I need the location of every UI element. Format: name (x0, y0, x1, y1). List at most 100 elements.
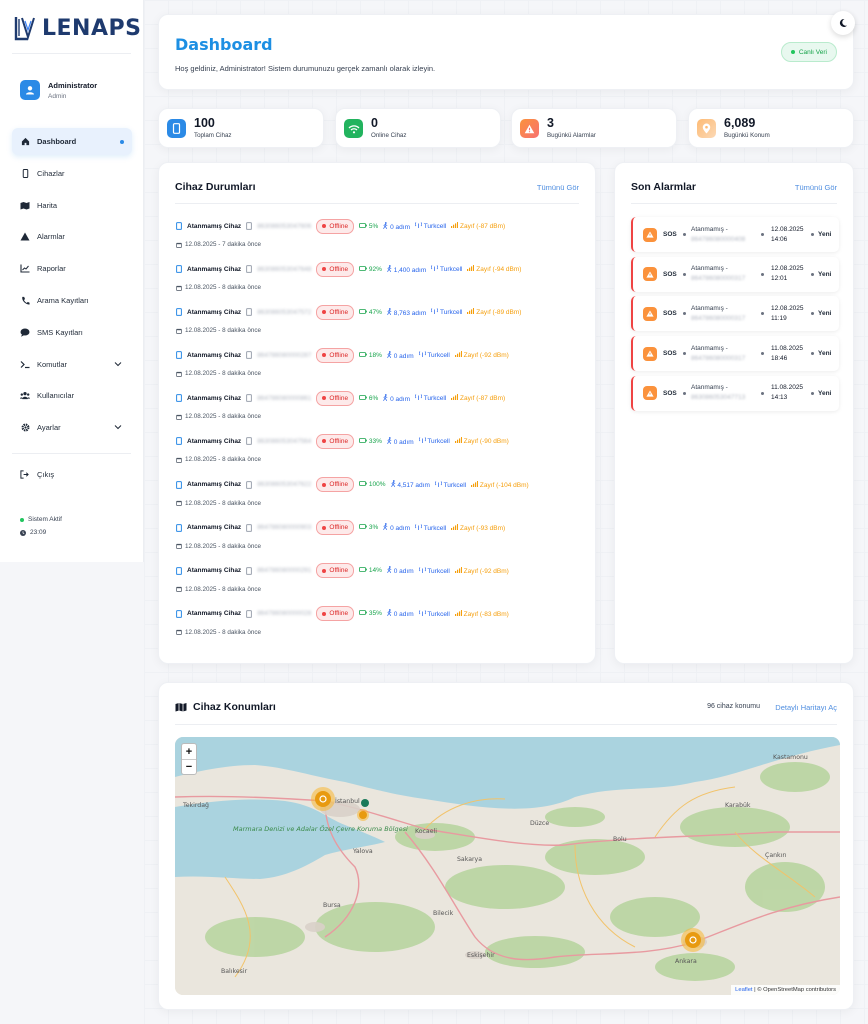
sim-icon (246, 351, 253, 360)
device-row[interactable]: Atanmamış Cihaz 864786080000291 Offline … (176, 563, 586, 607)
device-icon (176, 308, 182, 317)
stat-card-today-locations[interactable]: 6,089 Bugünkü Konum (688, 108, 854, 148)
sidebar-item-label: Cihazlar (37, 168, 65, 178)
logout-button[interactable]: Çıkış (20, 470, 54, 479)
cluster-marker[interactable] (311, 787, 335, 811)
sidebar-item-reports[interactable]: Raporlar (12, 255, 132, 282)
view-all-devices-link[interactable]: Tümünü Gör (537, 183, 579, 192)
status-badge: Offline (316, 218, 355, 234)
open-detailed-map-link[interactable]: Detaylı Haritayı Aç (775, 703, 837, 712)
sidebar-item-devices[interactable]: Cihazlar (12, 160, 132, 187)
sidebar-item-dashboard[interactable]: Dashboard (12, 128, 132, 155)
status-badge: Offline (316, 347, 355, 363)
phone-icon (20, 168, 30, 178)
cluster-marker[interactable] (681, 928, 705, 952)
stat-card-total-devices[interactable]: 100 Toplam Cihaz (158, 108, 324, 148)
sidebar-item-users[interactable]: Kullanıcılar (12, 382, 132, 409)
sidebar-item-settings[interactable]: Ayarlar (12, 414, 132, 441)
alarm-item[interactable]: SOS Atanmamış - 864786080000408 12.08.202… (631, 217, 839, 252)
sidebar-item-sms[interactable]: SMS Kayıtları (12, 319, 132, 346)
warning-icon (643, 346, 657, 361)
signal-value: Zayıf (-87 dBm) (460, 395, 506, 403)
step-count: 4,517 adım (390, 480, 430, 489)
device-imei: 863086053047572 (257, 308, 312, 316)
alarm-item[interactable]: SOS Atanmamış - 864786080000317 12.08.202… (631, 256, 839, 292)
separator-dot (683, 312, 686, 316)
brand-logo[interactable]: LENAPS (14, 14, 141, 42)
separator-dot (761, 391, 764, 395)
sidebar-item-calls[interactable]: Arama Kayıtları (12, 287, 132, 314)
device-row[interactable]: Atanmamış Cihaz 864786080000028 Offline … (176, 606, 586, 650)
signal-icon (451, 394, 459, 401)
device-row[interactable]: Atanmamış Cihaz 864786080000287 Offline … (176, 347, 586, 391)
antenna-icon (418, 610, 426, 616)
zoom-in-button[interactable]: + (182, 744, 196, 759)
device-row[interactable]: Atanmamış Cihaz 864786080000861 Offline … (176, 390, 586, 434)
steps-value: 0 adım (393, 611, 414, 619)
alarm-device-name: Atanmamış - (691, 304, 728, 312)
sidebar-item-alarms[interactable]: Alarmlar (12, 223, 132, 250)
battery-value: 14% (368, 567, 382, 575)
status-badge: Offline (316, 390, 355, 406)
cluster-marker[interactable] (357, 809, 369, 821)
sidebar-item-label: Komutlar (37, 359, 68, 369)
panel-title: Cihaz Durumları (175, 181, 256, 193)
map-label: Kocaeli (415, 828, 437, 835)
device-imei: 864786080000287 (257, 351, 312, 359)
zoom-controls: + − (181, 743, 197, 775)
signal-icon (454, 437, 462, 444)
call-icon (20, 295, 30, 305)
operator: Turkcell (414, 394, 446, 402)
stat-value: 100 (194, 116, 215, 130)
stat-card-today-alarms[interactable]: 3 Bugünkü Alarmlar (511, 108, 677, 148)
alarm-imei: 863086053047713 (691, 394, 746, 402)
online-marker[interactable] (361, 799, 369, 807)
step-count: 0 adım (383, 393, 410, 403)
device-icon (176, 265, 182, 273)
view-all-alarms-link[interactable]: Tümünü Gör (795, 183, 837, 192)
leaflet-link[interactable]: Leaflet (735, 987, 752, 993)
device-row[interactable]: Atanmamış Cihaz 863086053047606 Offline … (176, 218, 586, 262)
logout-icon (20, 470, 29, 479)
status-dot (322, 439, 327, 444)
separator-dot (683, 391, 686, 395)
device-icon (176, 523, 182, 532)
device-row[interactable]: Atanmamış Cihaz 863086053047564 Offline … (176, 433, 586, 477)
status-badge: Offline (316, 520, 355, 536)
device-row[interactable]: Atanmamış Cihaz 863086053047648 Offline … (176, 261, 586, 305)
stat-value: 0 (371, 116, 378, 130)
sim-icon (246, 480, 253, 489)
sidebar-item-commands[interactable]: Komutlar (12, 351, 132, 378)
step-count: 0 adım (383, 523, 410, 532)
map-view[interactable]: Tekirdağ İstanbul Kocaeli Yalova Bursa B… (175, 737, 840, 995)
status-badge: Offline (316, 606, 355, 622)
separator-dot (761, 312, 764, 316)
alarm-item[interactable]: SOS Atanmamış - 863086053047713 11.08.202… (631, 375, 839, 411)
sidebar-item-map[interactable]: Harita (12, 192, 132, 219)
separator-dot (811, 352, 814, 356)
alarm-item[interactable]: SOS Atanmamış - 864786080000317 11.08.202… (631, 336, 839, 372)
last-seen: 12.08.2025 - 8 dakika önce (185, 456, 261, 464)
device-icon (176, 437, 182, 446)
alarm-device-name: Atanmamış - (691, 344, 728, 352)
zoom-out-button[interactable]: − (182, 759, 196, 774)
antenna-icon (414, 523, 423, 530)
status-label: Offline (329, 394, 349, 402)
user-profile[interactable]: Administrator Admin (20, 80, 97, 100)
chart-icon (20, 264, 30, 274)
system-status: Sistem Aktif 23:09 (20, 516, 62, 542)
sim-icon (246, 265, 253, 273)
signal-strength: Zayıf (-90 dBm) (454, 437, 509, 445)
device-row[interactable]: Atanmamış Cihaz 863086053047572 Offline … (176, 304, 586, 348)
stat-label: Bugünkü Konum (724, 132, 770, 139)
device-row[interactable]: Atanmamış Cihaz 863086053047622 Offline … (176, 477, 586, 521)
clock-icon (20, 529, 26, 536)
alarm-imei: 864786080000317 (691, 314, 746, 322)
alarm-type: SOS (663, 389, 677, 397)
user-icon (26, 86, 34, 95)
alarm-item[interactable]: SOS Atanmamış - 864786080000317 12.08.202… (631, 296, 839, 332)
stat-card-online-devices[interactable]: 0 Online Cihaz (335, 108, 501, 148)
theme-toggle-button[interactable] (831, 11, 855, 35)
battery-value: 92% (368, 265, 382, 273)
device-row[interactable]: Atanmamış Cihaz 864786080000903 Offline … (176, 520, 586, 564)
